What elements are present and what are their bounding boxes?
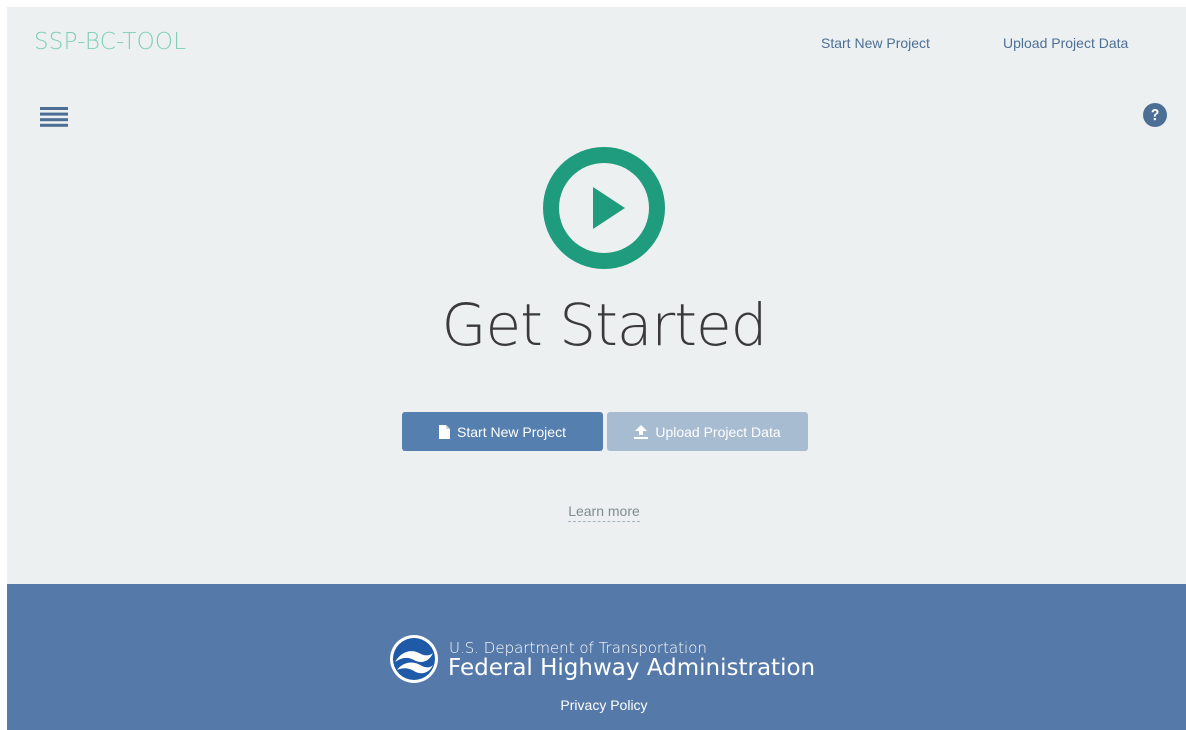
page-title: Get Started <box>441 291 768 359</box>
fhwa-logo <box>389 634 439 684</box>
upload-icon <box>634 424 649 439</box>
footer: U.S. Department of Transportation Federa… <box>7 584 1186 730</box>
app-container: SSP-BC-TOOL Start New Project Upload Pro… <box>7 7 1186 730</box>
nav-link-start-new-project[interactable]: Start New Project <box>821 35 930 51</box>
hamburger-menu-icon[interactable] <box>40 107 68 127</box>
privacy-policy-link[interactable]: Privacy Policy <box>7 697 1186 713</box>
start-new-project-label: Start New Project <box>457 423 566 440</box>
learn-more-link-wrap: Learn more <box>7 503 1186 522</box>
question-circle-icon[interactable] <box>1143 103 1167 127</box>
learn-more-link[interactable]: Learn more <box>568 503 640 522</box>
footer-agency-text: Federal Highway Administration <box>448 655 816 681</box>
brand-logo-text[interactable]: SSP-BC-TOOL <box>34 29 186 55</box>
file-icon <box>439 424 451 439</box>
play-circle-icon <box>543 147 665 269</box>
nav-link-upload-project-data[interactable]: Upload Project Data <box>1003 35 1128 51</box>
start-new-project-button[interactable]: Start New Project <box>402 412 603 451</box>
upload-project-data-label: Upload Project Data <box>655 423 781 440</box>
upload-project-data-button[interactable]: Upload Project Data <box>607 412 808 451</box>
